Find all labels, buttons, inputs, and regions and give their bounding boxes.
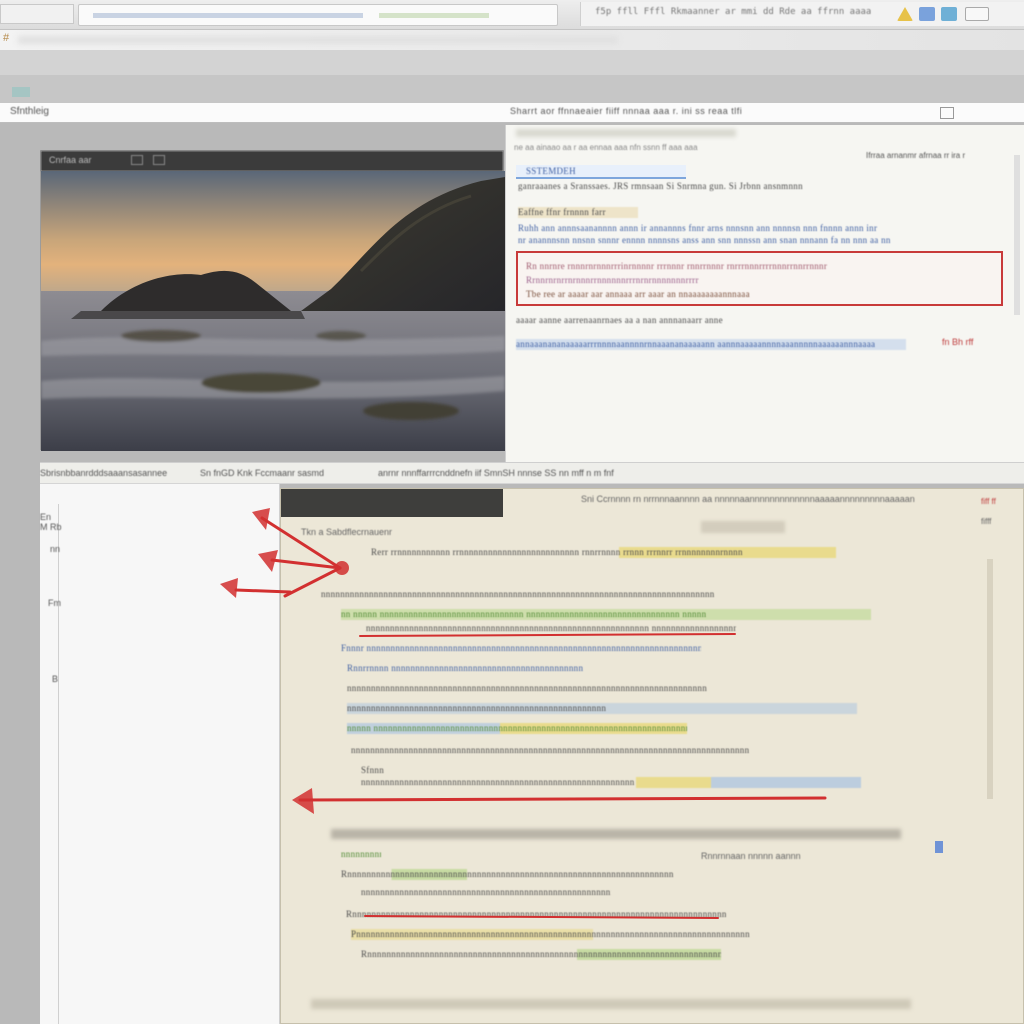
code-line: Sfnnn [361, 765, 385, 775]
document-scrollbar[interactable] [1014, 155, 1020, 315]
toolbar-band-secondary [0, 75, 1024, 103]
code-line: nnnnnnnnnnnnnnnnnnnnnnnnnnnnnnnnnnnnnnnn… [366, 623, 736, 633]
search-text-block [379, 13, 489, 18]
window-menu-button[interactable] [0, 4, 74, 24]
ribbon: # [0, 30, 1024, 50]
code-line: Rnnnnnnnnnnnnnnnnnnnnnnnnnnnnnnnnnnnnnnn… [346, 909, 726, 919]
hash-icon: # [3, 32, 10, 44]
image-viewer-header: Cnrfaa aar [41, 151, 503, 171]
left-pane-label: nn [50, 544, 61, 554]
title-bar: f5p ffll Fffl Rkmaanner ar mmi dd Rde aa… [0, 0, 1024, 30]
status-segment[interactable]: anrnr nnnffarrrcnddnefn iif SmnSH nnnse … [378, 468, 678, 478]
search-text-block [93, 13, 363, 18]
status-segment[interactable]: Sbrisnbbanrdddsaaansasannee [40, 468, 167, 478]
left-pane[interactable]: En M Rb nn Fm B [40, 484, 280, 1024]
address-label: Sfnthleig [10, 106, 49, 117]
breadcrumb[interactable]: Sharrt aor ffnnaeaier fiiff nnnaa aaa r.… [510, 106, 742, 116]
ruler-line [58, 504, 59, 1024]
landscape-photo [41, 171, 505, 451]
doc-line: Rn nnrnre rnnnrnrnnnrrrinrnnnnr rrrnnnr … [526, 261, 828, 271]
status-strip: Sbrisnbbanrdddsaaansasannee Sn fnGD Knk … [40, 462, 1024, 484]
doc-line: Rrnnrnrnrrnrnnnrrnnnnnnrrrnrnrnnnnnnnrrr… [526, 275, 699, 285]
menu-strip[interactable]: f5p ffll Fffl Rkmaanner ar mmi dd Rde aa… [595, 7, 895, 17]
highlight-box: Rn nnrnre rnnnrnrnnnrrrinrnnnnr rrrnnnr … [516, 251, 1003, 306]
editor-title: Sni Ccrnnnn rn nrrnnnaannnn aa nnnnnaann… [581, 494, 915, 504]
editor-side-tag: Rnnrnnaan nnnnn aannn [701, 851, 801, 861]
image-viewer-window[interactable]: Cnrfaa aar [40, 150, 505, 451]
left-pane-label: Fm [48, 598, 61, 608]
doc-line: Ruhh ann annnsaanannnn annn ir annannns … [518, 223, 878, 233]
left-pane-label: B [52, 674, 59, 684]
document-controls[interactable]: Ifrraa arnanmr afrnaa rr ira r [866, 151, 965, 160]
code-line: Rnnnnnnnnnnnnnnnnnnnnnnnnnnnnnnnnnnnnnnn… [341, 869, 761, 880]
address-button[interactable] [940, 107, 954, 119]
code-line: Fnnnr nnnnnnnnnnnnnnnnnnnnnnnnnnnnnnnnnn… [341, 643, 701, 653]
editor-subhead: Tkn a Sabdflecrnauenr [301, 527, 393, 537]
left-pane-label: En [40, 512, 52, 522]
doc-line: aaaar aanne aarrenaanrnaes aa a nan annn… [516, 315, 723, 325]
code-line: nnnnnnnnnnnnnnnnnnnnnnnnnnnnnnnnnnn [341, 849, 381, 859]
code-line: Rnnnnnnnnnnnnnnnnnnnnnnnnnnnnnnnnnnnnnnn… [361, 949, 721, 960]
doc-line: nr anannnsnn nnsnn snnnr ennnn nnnnsns a… [518, 235, 891, 245]
code-line: nnnnnnnnnnnnnnnnnnnnnnnnnnnnnnnnnnnnnnnn… [347, 683, 707, 693]
address-bar[interactable]: Sfnthleig Sharrt aor ffnnaeaier fiiff nn… [0, 103, 1024, 123]
doc-line: Eaffne ffnr frnnnn farr [518, 207, 638, 218]
editor-panel[interactable]: Sni Ccrnnnn rn nrrnnnaannnn aa nnnnnaann… [280, 488, 1024, 1024]
find-field[interactable]: SSTEMDEH [516, 165, 686, 179]
code-line: nnnnnnnnnnnnnnnnnnnnnnnnnnnnnnnnnnnnnnnn… [347, 703, 857, 714]
code-line: Rnnrrnnnn nnnnnnnnnnnnnnnnnnnnnnnnnnnnnn… [347, 663, 584, 673]
editor-header [281, 489, 503, 517]
status-segment[interactable]: Sn fnGD Knk Fccmaanr sasmd [200, 468, 324, 478]
code-line: nnnnnnnnnnnnnnnnnnnnnnnnnnnnnnnnnnnnnnnn… [361, 777, 861, 788]
code-line: Pnnnnnnnnnnnnnnnnnnnnnnnnnnnnnnnnnnnnnnn… [351, 929, 791, 940]
document-header-bar [516, 129, 736, 137]
find-field-text: SSTEMDEH [526, 166, 576, 176]
window-button[interactable] [153, 155, 165, 165]
editor-tag [701, 521, 785, 533]
toolbar-right: f5p ffll Fffl Rkmaanner ar mmi dd Rde aa… [580, 2, 1024, 26]
code-line: Rerr rrnnnnnnnnnnn rrnnnnnnnnnnnnnnnnnnn… [371, 547, 991, 558]
ribbon-placeholder [18, 36, 618, 44]
doc-line: ganraaanes a Sranssaes. JRS rmnsaan Si S… [518, 181, 803, 191]
code-line: nnnnnnnnnnnnnnnnnnnnnnnnnnnnnnnnnnnnnnnn… [361, 887, 611, 897]
editor-control[interactable]: fiff ff [981, 497, 996, 506]
editor-footer [311, 999, 911, 1009]
code-line: nn nnnnn nnnnnnnnnnnnnnnnnnnnnnnnnnnnnn … [341, 609, 871, 620]
view-icon[interactable] [919, 7, 935, 21]
left-pane-label: M Rb [40, 522, 62, 532]
editor-marker-button[interactable] [935, 841, 943, 853]
warning-icon[interactable] [897, 7, 913, 21]
panel-icon[interactable] [12, 87, 30, 97]
window-button[interactable] [131, 155, 143, 165]
options-button[interactable] [965, 7, 989, 21]
code-line: nnnnn nnnnnnnnnnnnnnnnnnnnnnnnnnnnnnnnnn… [347, 723, 687, 734]
document-header: ne aa ainaao aa r aa ennaa aaa nfn ssnn … [514, 143, 698, 152]
status-badge: fn Bh rff [942, 337, 974, 347]
editor-scrollbar[interactable] [987, 559, 993, 799]
code-line: nnnnnnnnnnnnnnnnnnnnnnnnnnnnnnnnnnnnnnnn… [321, 589, 715, 599]
toolbar-band [0, 50, 1024, 75]
search-input[interactable] [78, 4, 558, 26]
editor-divider [331, 829, 901, 839]
doc-line: annaaanananaaaaarrrnnnnaannnnrnnaaananaa… [516, 339, 906, 350]
image-viewer-title: Cnrfaa aar [49, 155, 92, 165]
doc-line: Tbe ree ar aaaar aar annaaa arr aaar an … [526, 289, 750, 299]
document-panel[interactable]: ne aa ainaao aa r aa ennaa aaa nfn ssnn … [505, 125, 1024, 465]
editor-control-secondary[interactable]: fifff [981, 517, 991, 526]
layout-icon[interactable] [941, 7, 957, 21]
code-line: nnnnnnnnnnnnnnnnnnnnnnnnnnnnnnnnnnnnnnnn… [351, 745, 750, 755]
